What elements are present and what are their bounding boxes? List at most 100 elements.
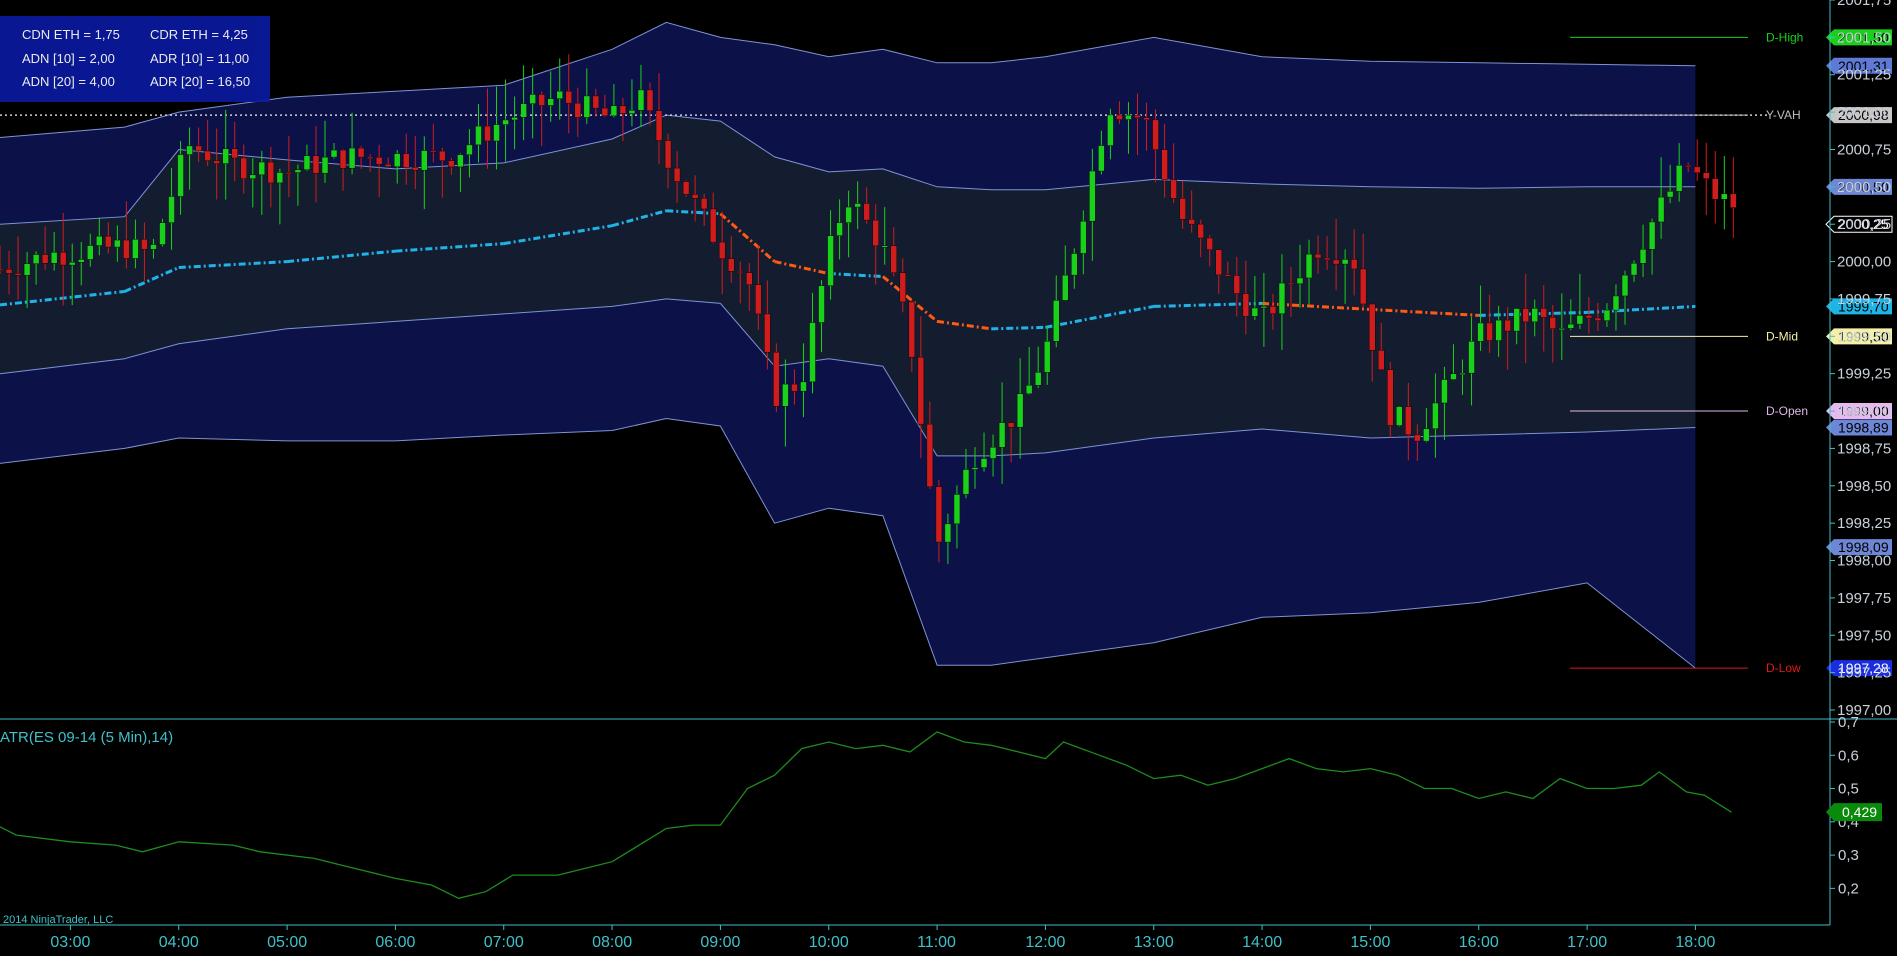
candle-body[interactable] — [1639, 249, 1647, 264]
candle-body[interactable] — [764, 313, 771, 353]
candle-body[interactable] — [393, 153, 401, 167]
candle-body[interactable] — [1188, 219, 1195, 225]
candle-body[interactable] — [529, 94, 536, 104]
candle-body[interactable] — [511, 117, 518, 121]
candle-body[interactable] — [998, 422, 1006, 448]
candle-body[interactable] — [673, 167, 681, 182]
candle-body[interactable] — [989, 446, 997, 459]
candle-body[interactable] — [953, 494, 961, 525]
candle-body[interactable] — [1296, 277, 1304, 285]
candle-body[interactable] — [1666, 191, 1674, 198]
candle-body[interactable] — [800, 381, 807, 392]
candle-body[interactable] — [1549, 317, 1557, 329]
candle-body[interactable] — [1143, 117, 1150, 121]
candle-body[interactable] — [1405, 406, 1412, 436]
candle-body[interactable] — [709, 208, 717, 243]
candle-body[interactable] — [1468, 341, 1475, 374]
candle-body[interactable] — [1477, 322, 1484, 342]
candle-body[interactable] — [150, 244, 157, 250]
candle-body[interactable] — [628, 110, 636, 114]
candle-body[interactable] — [357, 147, 365, 158]
candle-body[interactable] — [1179, 198, 1186, 220]
candle-body[interactable] — [1314, 253, 1322, 259]
candle-body[interactable] — [132, 239, 139, 259]
candle-body[interactable] — [68, 262, 76, 266]
candle-body[interactable] — [123, 239, 130, 259]
candle-body[interactable] — [1134, 114, 1141, 118]
candle-body[interactable] — [222, 148, 229, 164]
candle-body[interactable] — [412, 167, 419, 171]
candle-body[interactable] — [1269, 306, 1277, 314]
candle-body[interactable] — [403, 153, 410, 168]
candle-body[interactable] — [646, 89, 654, 111]
candle-body[interactable] — [348, 147, 356, 169]
candle-body[interactable] — [1721, 193, 1728, 200]
candle-body[interactable] — [728, 258, 735, 272]
candle-body[interactable] — [926, 423, 934, 487]
candle-body[interactable] — [384, 163, 392, 167]
candle-body[interactable] — [484, 125, 491, 142]
candle-body[interactable] — [439, 150, 446, 161]
candle-body[interactable] — [700, 198, 708, 210]
candle-body[interactable] — [782, 383, 789, 407]
candle-body[interactable] — [1378, 350, 1385, 370]
candle-body[interactable] — [971, 467, 979, 470]
candle-body[interactable] — [592, 95, 600, 109]
candle-body[interactable] — [1107, 114, 1114, 146]
candle-body[interactable] — [1450, 373, 1457, 380]
candle-body[interactable] — [1098, 145, 1105, 172]
candle-body[interactable] — [737, 271, 744, 274]
candle-body[interactable] — [321, 156, 329, 174]
candle-body[interactable] — [1089, 170, 1096, 222]
candle-body[interactable] — [1585, 315, 1593, 319]
candle-body[interactable] — [1323, 257, 1331, 261]
candle-body[interactable] — [899, 272, 907, 303]
candle-body[interactable] — [1233, 275, 1241, 294]
candle-body[interactable] — [1495, 319, 1502, 341]
candle-body[interactable] — [962, 469, 970, 495]
candle-body[interactable] — [980, 458, 988, 468]
candle-body[interactable] — [836, 222, 843, 236]
candle-body[interactable] — [1278, 282, 1286, 314]
candle-body[interactable] — [1540, 308, 1547, 318]
candle-body[interactable] — [448, 160, 455, 168]
candle-body[interactable] — [547, 98, 554, 106]
candle-body[interactable] — [718, 241, 726, 259]
candle-body[interactable] — [195, 145, 202, 152]
candle-body[interactable] — [1215, 249, 1222, 276]
candle-body[interactable] — [0, 268, 4, 271]
chart-canvas[interactable]: D-High 2001,502001,31Y-VAH 2000,982000,502… — [0, 0, 1897, 956]
candle-body[interactable] — [213, 160, 220, 164]
candle-body[interactable] — [1260, 306, 1268, 309]
candle-body[interactable] — [258, 161, 266, 176]
candle-body[interactable] — [845, 206, 852, 223]
candle-body[interactable] — [944, 523, 952, 543]
candle-body[interactable] — [583, 95, 591, 118]
candle-body[interactable] — [1441, 379, 1448, 404]
candle-body[interactable] — [457, 154, 464, 168]
candle-body[interactable] — [791, 383, 798, 392]
candle-body[interactable] — [1486, 322, 1493, 341]
candle-body[interactable] — [1368, 303, 1376, 351]
candle-body[interactable] — [637, 89, 645, 111]
candle-body[interactable] — [854, 203, 861, 208]
candle-body[interactable] — [691, 194, 699, 199]
candle-body[interactable] — [1396, 406, 1403, 426]
candle-body[interactable] — [493, 124, 500, 142]
candle-body[interactable] — [1071, 253, 1078, 276]
candle-body[interactable] — [59, 252, 67, 266]
candle-body[interactable] — [366, 156, 374, 159]
candle-body[interactable] — [1684, 165, 1692, 168]
candle-body[interactable] — [1603, 309, 1611, 321]
candle-body[interactable] — [574, 102, 582, 118]
candle-body[interactable] — [1043, 341, 1051, 373]
candle-body[interactable] — [375, 157, 383, 165]
candle-body[interactable] — [773, 351, 780, 407]
candle-body[interactable] — [863, 203, 870, 221]
candle-body[interactable] — [1332, 259, 1340, 265]
candle-body[interactable] — [1359, 268, 1367, 305]
candle-body[interactable] — [1350, 259, 1358, 270]
candle-body[interactable] — [1242, 293, 1250, 317]
candle-body[interactable] — [682, 181, 690, 195]
candle-body[interactable] — [1703, 172, 1710, 179]
